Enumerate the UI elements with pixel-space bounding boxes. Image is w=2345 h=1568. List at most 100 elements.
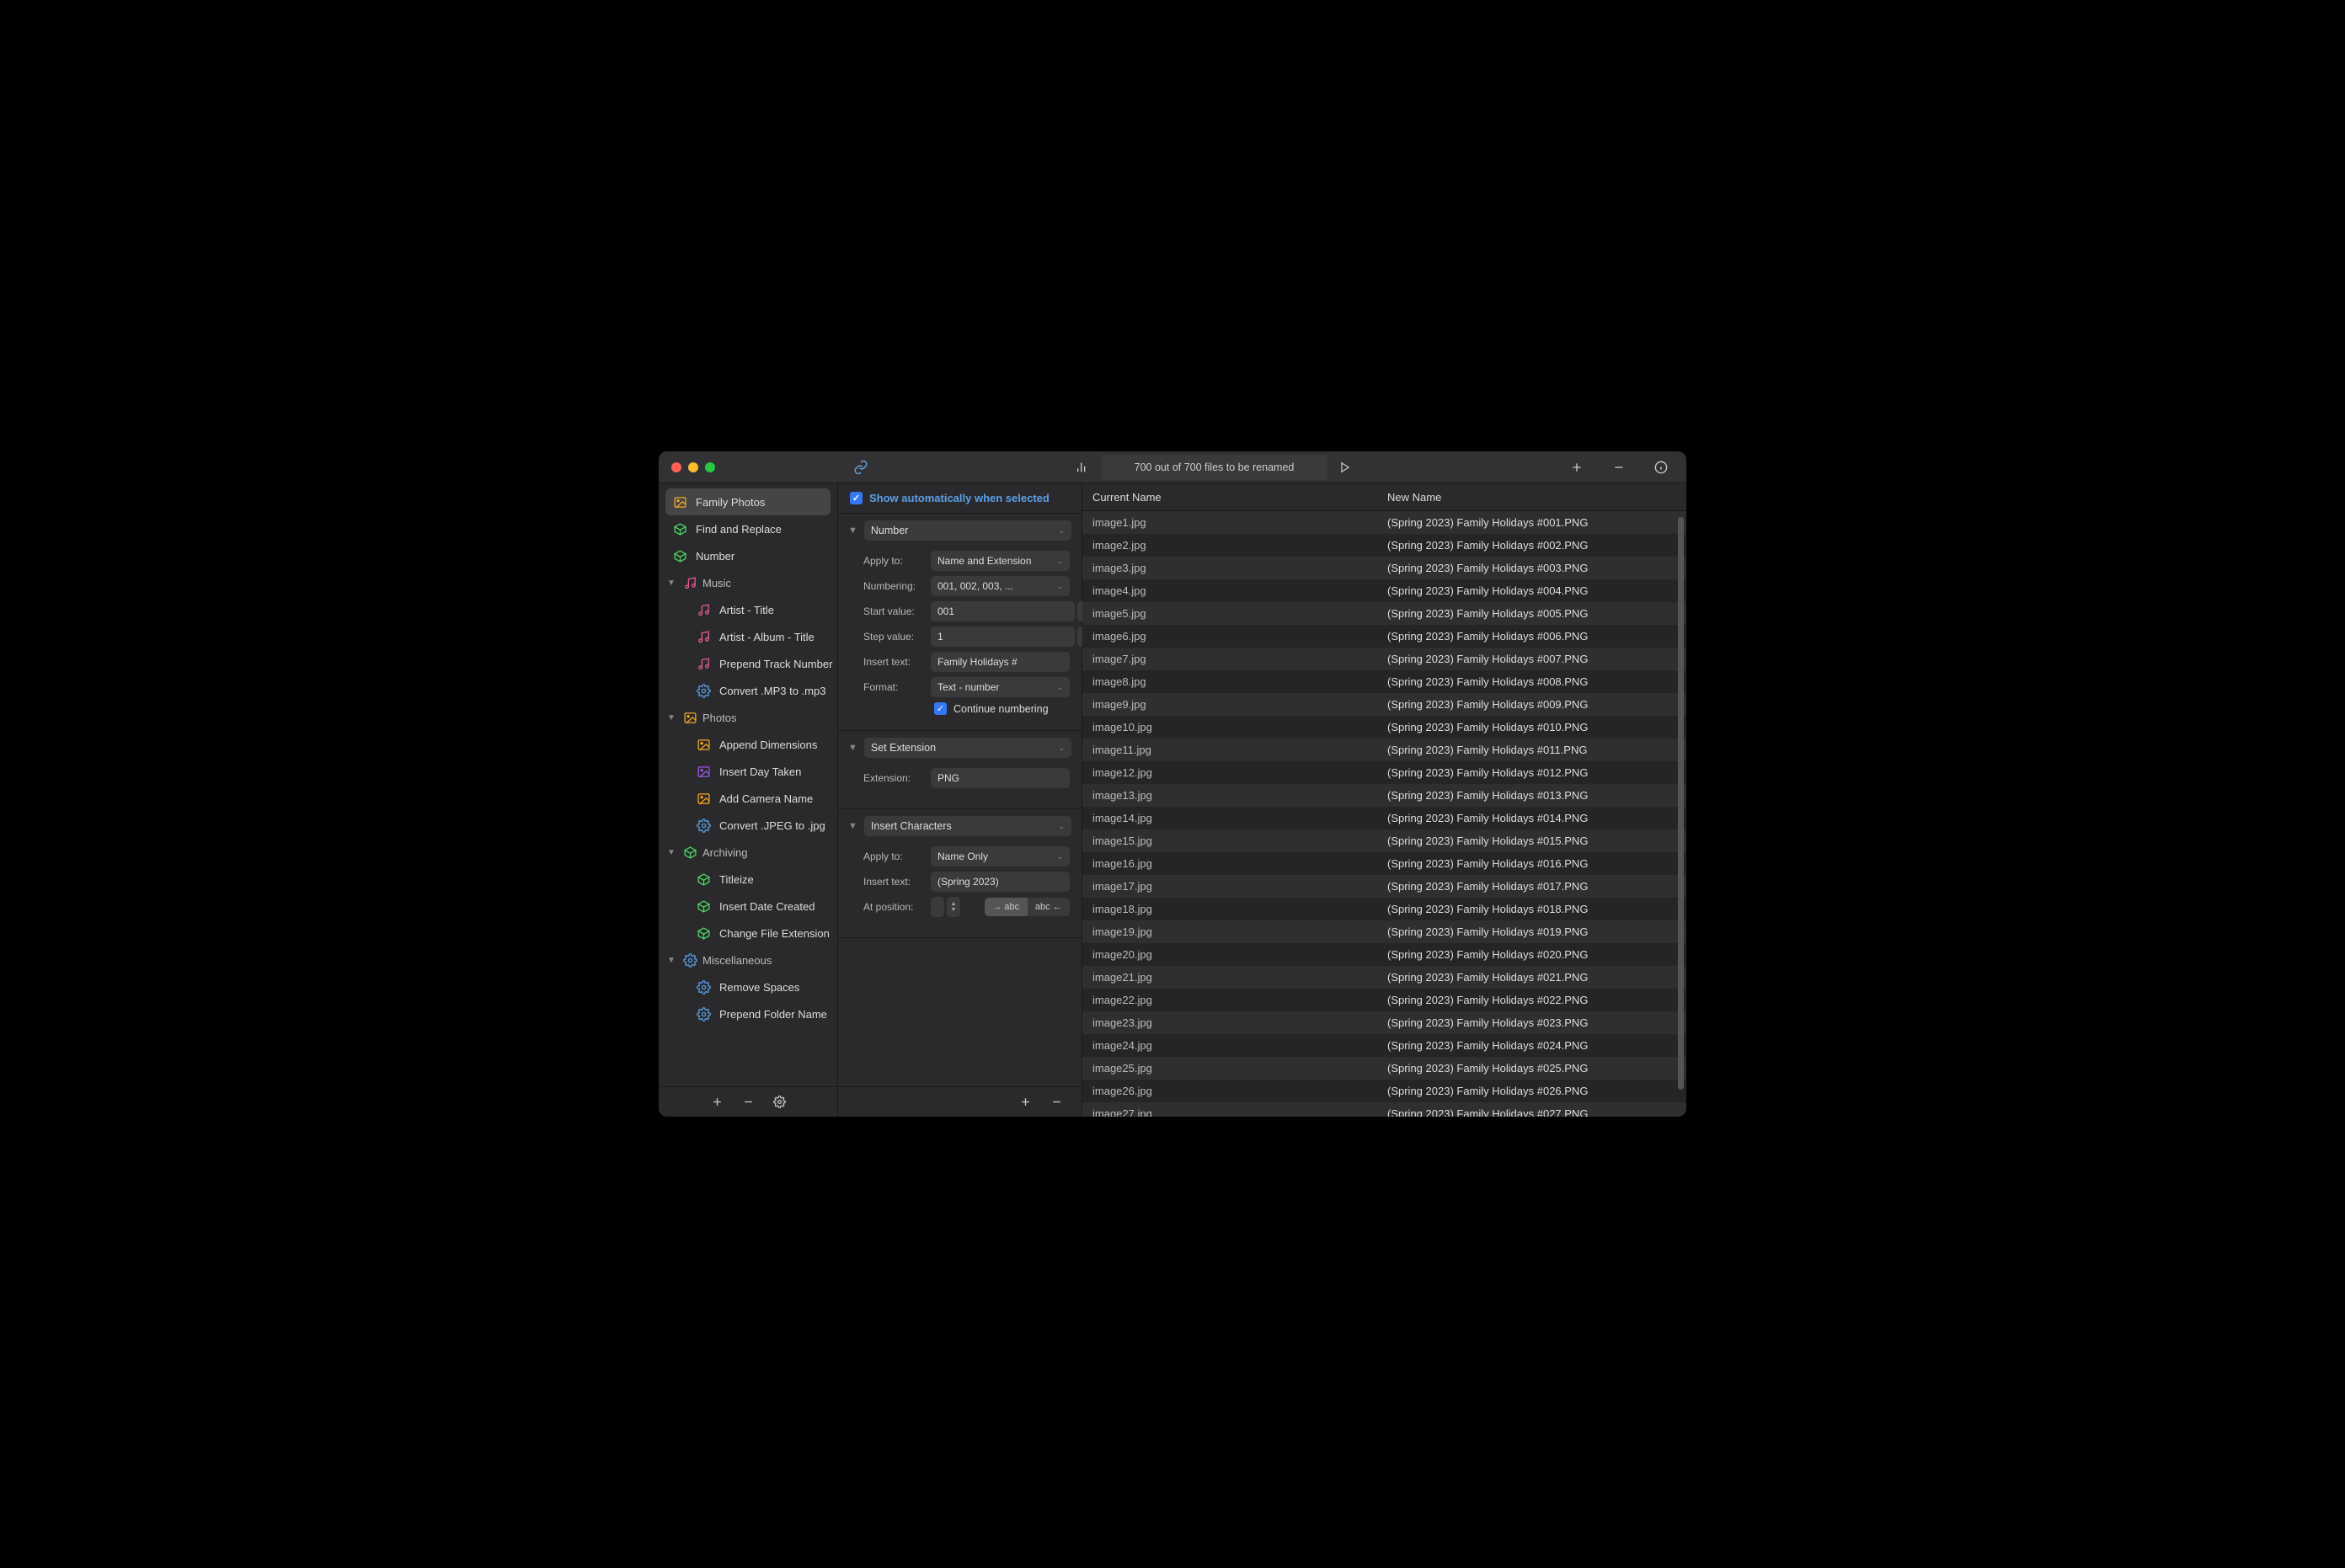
minimize-window-button[interactable] — [688, 462, 698, 472]
file-row[interactable]: image10.jpg(Spring 2023) Family Holidays… — [1082, 716, 1686, 739]
sidebar-item-label: Change File Extension — [719, 927, 830, 940]
show-auto-row[interactable]: ✓ Show automatically when selected — [838, 483, 1082, 514]
extension-input[interactable] — [931, 768, 1070, 788]
rule-type-select[interactable]: Insert Characters⌄ — [864, 816, 1071, 836]
apply-to-select[interactable]: Name Only⌄ — [931, 846, 1070, 867]
format-select[interactable]: Text - number⌄ — [931, 677, 1070, 697]
checkbox-checked-icon[interactable]: ✓ — [934, 702, 947, 715]
scrollbar[interactable] — [1678, 517, 1684, 1090]
sidebar-item[interactable]: Change File Extension — [659, 920, 837, 947]
insert-text-input[interactable] — [931, 872, 1070, 892]
file-row[interactable]: image22.jpg(Spring 2023) Family Holidays… — [1082, 989, 1686, 1011]
file-row[interactable]: image20.jpg(Spring 2023) Family Holidays… — [1082, 943, 1686, 966]
checkbox-checked-icon[interactable]: ✓ — [850, 492, 863, 504]
file-row[interactable]: image11.jpg(Spring 2023) Family Holidays… — [1082, 739, 1686, 761]
sidebar-item[interactable]: Artist - Title — [659, 596, 837, 623]
file-row[interactable]: image27.jpg(Spring 2023) Family Holidays… — [1082, 1102, 1686, 1117]
file-row[interactable]: image13.jpg(Spring 2023) Family Holidays… — [1082, 784, 1686, 807]
file-row[interactable]: image19.jpg(Spring 2023) Family Holidays… — [1082, 920, 1686, 943]
apply-to-select[interactable]: Name and Extension⌄ — [931, 551, 1070, 571]
chevron-down-icon[interactable]: ▼ — [667, 713, 677, 723]
chevron-down-icon[interactable]: ▼ — [667, 956, 677, 965]
file-row[interactable]: image16.jpg(Spring 2023) Family Holidays… — [1082, 852, 1686, 875]
sidebar-group-header[interactable]: ▼Photos — [659, 704, 837, 731]
rule-type-select[interactable]: Number⌄ — [864, 520, 1071, 541]
position-input[interactable] — [931, 897, 944, 917]
file-row[interactable]: image7.jpg(Spring 2023) Family Holidays … — [1082, 648, 1686, 670]
stats-icon[interactable] — [1069, 461, 1096, 474]
sidebar-group-header[interactable]: ▼Music — [659, 569, 837, 596]
segment-prepend[interactable]: →abc — [985, 898, 1028, 916]
chevron-down-icon[interactable]: ▼ — [848, 525, 857, 536]
chevron-down-icon[interactable]: ▼ — [667, 579, 677, 588]
sidebar-item[interactable]: Family Photos — [665, 488, 831, 515]
sidebar-item-label: Convert .JPEG to .jpg — [719, 819, 825, 832]
sidebar-item[interactable]: Prepend Track Number — [659, 650, 837, 677]
file-row[interactable]: image8.jpg(Spring 2023) Family Holidays … — [1082, 670, 1686, 693]
chevron-down-icon[interactable]: ▼ — [667, 848, 677, 857]
insert-text-input[interactable] — [931, 652, 1070, 672]
info-icon[interactable] — [1648, 461, 1675, 474]
column-new-name[interactable]: New Name — [1377, 491, 1686, 504]
sidebar-item[interactable]: Number — [659, 542, 837, 569]
add-rule-button[interactable] — [1019, 1096, 1032, 1108]
chevron-down-icon[interactable]: ▼ — [848, 743, 857, 753]
step-value-input[interactable] — [931, 627, 1075, 647]
segment-append[interactable]: abc← — [1028, 898, 1071, 916]
music-icon — [696, 629, 711, 644]
file-current-name: image25.jpg — [1082, 1062, 1377, 1075]
file-row[interactable]: image26.jpg(Spring 2023) Family Holidays… — [1082, 1080, 1686, 1102]
sidebar-group-header[interactable]: ▼Archiving — [659, 839, 837, 866]
sidebar-item[interactable]: Append Dimensions — [659, 731, 837, 758]
position-stepper[interactable]: ▲▼ — [947, 897, 960, 917]
file-row[interactable]: image9.jpg(Spring 2023) Family Holidays … — [1082, 693, 1686, 716]
file-row[interactable]: image17.jpg(Spring 2023) Family Holidays… — [1082, 875, 1686, 898]
sidebar-item[interactable]: Insert Date Created — [659, 893, 837, 920]
link-icon[interactable] — [847, 460, 875, 475]
numbering-select[interactable]: 001, 002, 003, ...⌄ — [931, 576, 1070, 596]
file-row[interactable]: image6.jpg(Spring 2023) Family Holidays … — [1082, 625, 1686, 648]
sidebar-item[interactable]: Add Camera Name — [659, 785, 837, 812]
file-row[interactable]: image2.jpg(Spring 2023) Family Holidays … — [1082, 534, 1686, 557]
file-row[interactable]: image23.jpg(Spring 2023) Family Holidays… — [1082, 1011, 1686, 1034]
file-row[interactable]: image24.jpg(Spring 2023) Family Holidays… — [1082, 1034, 1686, 1057]
file-row[interactable]: image3.jpg(Spring 2023) Family Holidays … — [1082, 557, 1686, 579]
zoom-window-button[interactable] — [705, 462, 715, 472]
gear-icon — [682, 952, 697, 968]
remove-icon[interactable] — [1605, 461, 1632, 474]
sidebar-item-label: Artist - Album - Title — [719, 631, 815, 643]
file-row[interactable]: image14.jpg(Spring 2023) Family Holidays… — [1082, 807, 1686, 829]
file-new-name: (Spring 2023) Family Holidays #008.PNG — [1377, 675, 1686, 688]
sidebar-item[interactable]: Convert .JPEG to .jpg — [659, 812, 837, 839]
insert-mode-segment[interactable]: →abc abc← — [985, 898, 1070, 916]
file-list[interactable]: image1.jpg(Spring 2023) Family Holidays … — [1082, 511, 1686, 1117]
sidebar-item[interactable]: Titleize — [659, 866, 837, 893]
chevron-down-icon[interactable]: ▼ — [848, 821, 857, 831]
sidebar-item[interactable]: Remove Spaces — [659, 973, 837, 1000]
sidebar-remove-button[interactable] — [742, 1096, 755, 1108]
continue-numbering-row[interactable]: ✓Continue numbering — [863, 702, 1070, 715]
remove-rule-button[interactable] — [1050, 1096, 1063, 1108]
file-row[interactable]: image15.jpg(Spring 2023) Family Holidays… — [1082, 829, 1686, 852]
sidebar-settings-button[interactable] — [773, 1096, 786, 1108]
file-row[interactable]: image5.jpg(Spring 2023) Family Holidays … — [1082, 602, 1686, 625]
file-row[interactable]: image1.jpg(Spring 2023) Family Holidays … — [1082, 511, 1686, 534]
file-row[interactable]: image18.jpg(Spring 2023) Family Holidays… — [1082, 898, 1686, 920]
add-icon[interactable] — [1563, 461, 1590, 474]
rule-type-select[interactable]: Set Extension⌄ — [864, 738, 1071, 758]
file-row[interactable]: image21.jpg(Spring 2023) Family Holidays… — [1082, 966, 1686, 989]
file-row[interactable]: image25.jpg(Spring 2023) Family Holidays… — [1082, 1057, 1686, 1080]
sidebar-item[interactable]: Artist - Album - Title — [659, 623, 837, 650]
file-row[interactable]: image12.jpg(Spring 2023) Family Holidays… — [1082, 761, 1686, 784]
file-row[interactable]: image4.jpg(Spring 2023) Family Holidays … — [1082, 579, 1686, 602]
sidebar-item[interactable]: Find and Replace — [659, 515, 837, 542]
column-current-name[interactable]: Current Name — [1082, 491, 1377, 504]
play-icon[interactable] — [1333, 461, 1358, 473]
sidebar-item[interactable]: Prepend Folder Name — [659, 1000, 837, 1027]
start-value-input[interactable] — [931, 601, 1075, 621]
close-window-button[interactable] — [671, 462, 681, 472]
sidebar-item[interactable]: Insert Day Taken — [659, 758, 837, 785]
sidebar-item[interactable]: Convert .MP3 to .mp3 — [659, 677, 837, 704]
sidebar-add-button[interactable] — [711, 1096, 724, 1108]
sidebar-group-header[interactable]: ▼Miscellaneous — [659, 947, 837, 973]
